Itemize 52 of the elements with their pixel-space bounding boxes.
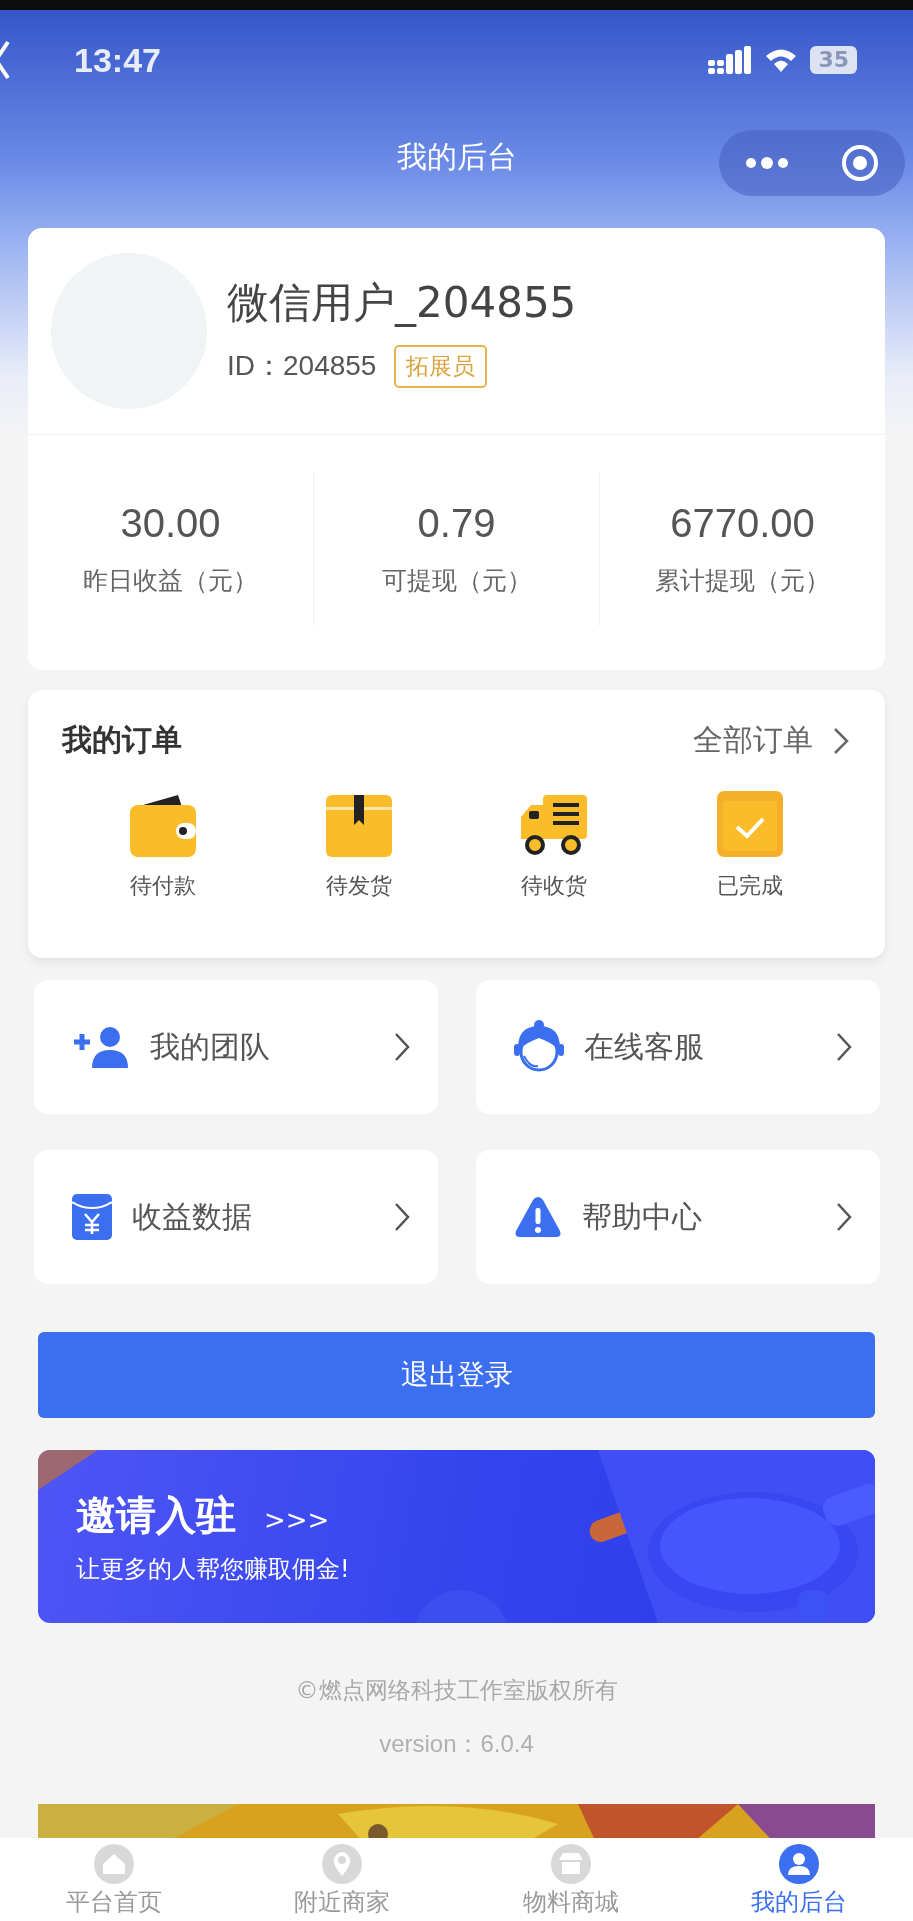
- page-title: 我的后台: [396, 138, 517, 176]
- battery-icon: 35: [810, 46, 857, 74]
- order-status-item[interactable]: 待发货: [283, 791, 434, 901]
- wallet-icon: [130, 795, 196, 857]
- banner-arrows: >>>: [264, 1505, 330, 1535]
- invite-banner[interactable]: 邀请入驻 >>> 让更多的人帮您赚取佣金!: [38, 1450, 875, 1623]
- stat-label: 可提现（元）: [381, 564, 532, 597]
- status-time: 13:47: [74, 40, 161, 80]
- check-icon: [716, 791, 783, 857]
- banner-title: 邀请入驻: [76, 1491, 236, 1540]
- copyright-text: ©燃点网络科技工作室版权所有: [295, 1676, 618, 1705]
- stat-label: 累计提现（元）: [655, 564, 830, 597]
- money-envelope-icon: [72, 1194, 112, 1240]
- order-status-item[interactable]: 已完成: [674, 791, 825, 901]
- menu-card[interactable]: 帮助中心: [476, 1150, 880, 1284]
- stat-value: 30.00: [120, 500, 221, 546]
- chevron-icon: [836, 1032, 852, 1062]
- user-name: 微信用户_204855: [227, 276, 577, 329]
- home-icon: [94, 1844, 135, 1884]
- order-status-item[interactable]: 待收货: [479, 791, 630, 901]
- banner-subtitle: 让更多的人帮您赚取佣金!: [76, 1554, 350, 1585]
- store-icon: [550, 1844, 591, 1884]
- logout-button[interactable]: 退出登录: [38, 1332, 875, 1418]
- menu-card[interactable]: 在线客服: [476, 980, 880, 1114]
- all-orders-link[interactable]: 全部订单: [693, 720, 849, 761]
- version-text: version：6.0.4: [379, 1729, 534, 1759]
- tab-item[interactable]: 我的后台: [684, 1838, 913, 1921]
- location-icon: [322, 1844, 363, 1884]
- back-icon[interactable]: [0, 40, 10, 80]
- signal-icon: [708, 46, 753, 74]
- stat-label: 昨日收益（元）: [83, 564, 258, 597]
- wifi-icon: [764, 47, 799, 73]
- chevron-icon: [394, 1032, 410, 1062]
- menu-card[interactable]: 收益数据: [34, 1150, 438, 1284]
- orders-title: 我的订单: [62, 721, 182, 759]
- user-id: ID：204855: [227, 349, 377, 383]
- stat-value: 6770.00: [670, 500, 815, 546]
- chevron-icon: [836, 1202, 852, 1232]
- truck-icon: [521, 795, 588, 857]
- chevron-icon: [394, 1202, 410, 1232]
- add-user-icon: [72, 1026, 130, 1068]
- role-badge: 拓展员: [394, 344, 488, 388]
- user-icon: [778, 1844, 819, 1884]
- order-status-item[interactable]: 待付款: [88, 791, 238, 901]
- headset-person-icon: [514, 1020, 564, 1074]
- more-icon[interactable]: [744, 156, 789, 170]
- menu-card[interactable]: 我的团队: [34, 980, 438, 1114]
- chevron-icon: [833, 726, 849, 755]
- box-icon: [325, 795, 392, 857]
- stat-value: 0.79: [417, 500, 496, 546]
- warning-icon: [514, 1195, 562, 1239]
- close-icon[interactable]: [839, 143, 880, 183]
